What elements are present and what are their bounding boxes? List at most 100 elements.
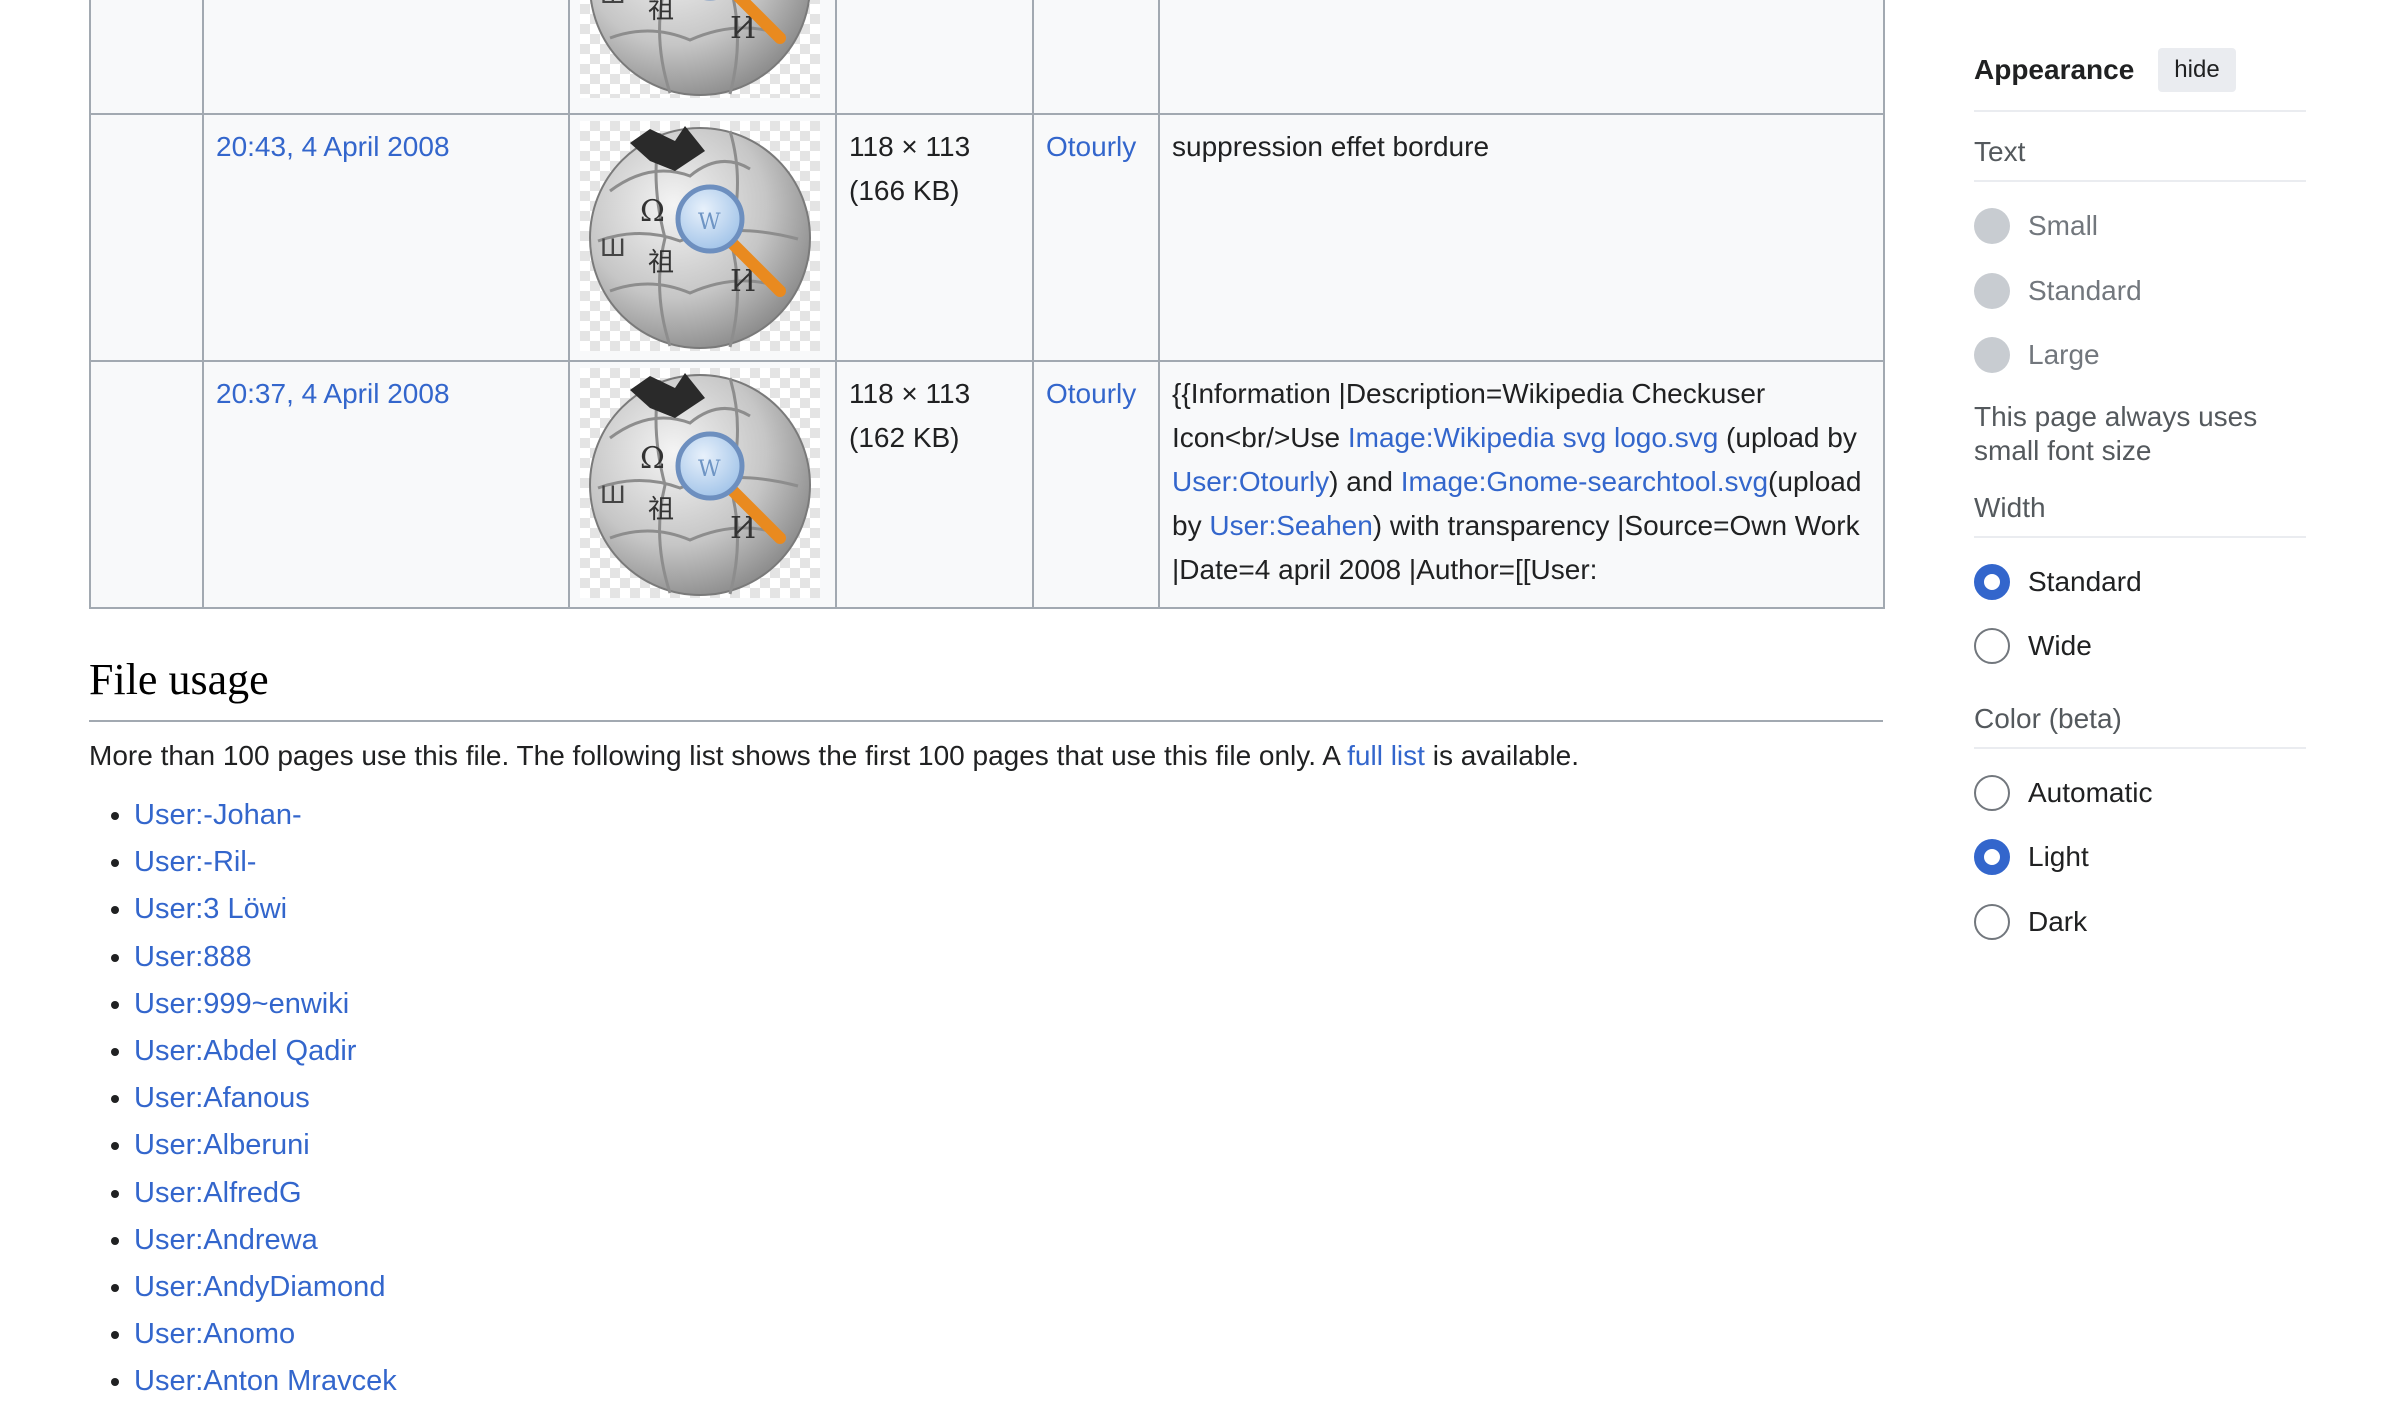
- wikipedia-globe-thumbnail[interactable]: [580, 121, 820, 351]
- text-size-label: Text: [1974, 136, 2306, 182]
- file-usage-page-link[interactable]: User:-Ril-: [134, 846, 256, 878]
- file-usage-page-link[interactable]: User:Anton Mravcek: [134, 1365, 397, 1397]
- hide-appearance-button[interactable]: hide: [2158, 48, 2236, 92]
- radio-button: [1974, 272, 2010, 309]
- width-options: Standard Wide: [1974, 550, 2306, 679]
- history-current-cell: [89, 113, 204, 362]
- radio-button[interactable]: [1974, 903, 2010, 940]
- wikipedia-globe-thumbnail[interactable]: [580, 368, 820, 598]
- history-row: [89, 0, 1885, 115]
- comment-link[interactable]: User:Seahen: [1209, 510, 1372, 541]
- file-usage-item: User:Andrewa: [134, 1217, 397, 1264]
- history-datetime-cell: [202, 0, 570, 115]
- option-label: Light: [2028, 841, 2089, 873]
- comment-text: (upload by: [1718, 422, 1857, 453]
- file-usage-item: User:Anton Mravcek: [134, 1358, 397, 1405]
- comment-link[interactable]: User:Otourly: [1172, 466, 1329, 497]
- history-comment-cell: {{Information |Description=Wikipedia Che…: [1158, 360, 1885, 609]
- file-usage-page-link[interactable]: User:Andrewa: [134, 1224, 318, 1256]
- file-usage-page-link[interactable]: User:Alberuni: [134, 1129, 310, 1161]
- file-usage-page-link[interactable]: User:AndyDiamond: [134, 1271, 385, 1303]
- history-dimensions-cell: 118 × 113 (162 KB): [835, 360, 1034, 609]
- file-usage-page-link[interactable]: User:3 Löwi: [134, 893, 287, 925]
- file-usage-item: User:Afanous: [134, 1075, 397, 1122]
- file-usage-item: User:AlfredG: [134, 1170, 397, 1217]
- text-size-options: Small Standard Large: [1974, 194, 2306, 388]
- history-user-cell: Otourly: [1032, 360, 1160, 609]
- file-usage-item: User:999~enwiki: [134, 981, 397, 1028]
- width-label: Width: [1974, 492, 2306, 538]
- history-row: 20:37, 4 April 2008 118 × 113 (162 KB) O…: [89, 360, 1885, 609]
- image-dimensions: 118 × 113: [849, 131, 971, 162]
- file-usage-page-link[interactable]: User:Abdel Qadir: [134, 1035, 356, 1067]
- option-label: Wide: [2028, 630, 2092, 662]
- appearance-panel: Appearance hide Text Small Standard Larg…: [1974, 48, 2306, 954]
- history-comment-cell: [1158, 0, 1885, 115]
- file-usage-item: User:3 Löwi: [134, 886, 397, 933]
- file-usage-page-link[interactable]: User:Afanous: [134, 1082, 310, 1114]
- history-thumbnail-cell: [568, 113, 837, 362]
- width-option-wide[interactable]: Wide: [1974, 614, 2306, 679]
- file-usage-item: User:888: [134, 934, 397, 981]
- color-option-dark[interactable]: Dark: [1974, 890, 2306, 955]
- text-size-option-large: Large: [1974, 323, 2306, 388]
- color-option-light[interactable]: Light: [1974, 825, 2306, 890]
- history-user-cell: Otourly: [1032, 113, 1160, 362]
- file-usage-page-link[interactable]: User:888: [134, 941, 252, 973]
- history-user-cell: [1032, 0, 1160, 115]
- file-usage-page-link[interactable]: User:AlfredG: [134, 1177, 302, 1209]
- file-usage-intro-tail: is available.: [1424, 740, 1580, 771]
- appearance-title: Appearance: [1974, 54, 2135, 85]
- file-usage-page-link[interactable]: User:999~enwiki: [134, 988, 349, 1020]
- radio-button[interactable]: [1974, 839, 2010, 876]
- option-label: Large: [2028, 339, 2100, 371]
- wikipedia-globe-thumbnail[interactable]: [580, 0, 820, 98]
- radio-button[interactable]: [1974, 774, 2010, 811]
- file-usage-page-link[interactable]: User:-Johan-: [134, 799, 302, 831]
- file-usage-item: User:Alberuni: [134, 1122, 397, 1169]
- history-row: 20:43, 4 April 2008 118 × 113 (166 KB) O…: [89, 113, 1885, 362]
- file-usage-intro: More than 100 pages use this file. The f…: [89, 734, 1579, 778]
- width-option-standard[interactable]: Standard: [1974, 550, 2306, 615]
- color-option-automatic[interactable]: Automatic: [1974, 761, 2306, 826]
- appearance-header: Appearance hide: [1974, 48, 2306, 112]
- history-dimensions-cell: 118 × 113 (166 KB): [835, 113, 1034, 362]
- history-datetime-link[interactable]: 20:37, 4 April 2008: [216, 378, 450, 409]
- history-current-cell: [89, 360, 204, 609]
- file-usage-item: User:-Ril-: [134, 839, 397, 886]
- file-usage-item: User:Abdel Qadir: [134, 1028, 397, 1075]
- file-usage-item: User:-Johan-: [134, 792, 397, 839]
- uploader-user-link[interactable]: Otourly: [1046, 131, 1136, 162]
- image-dimensions: 118 × 113: [849, 378, 971, 409]
- history-datetime-link[interactable]: 20:43, 4 April 2008: [216, 131, 450, 162]
- history-comment-cell: suppression effet bordure: [1158, 113, 1885, 362]
- option-label: Dark: [2028, 905, 2088, 937]
- option-label: Small: [2028, 210, 2099, 242]
- file-history-table: 20:43, 4 April 2008 118 × 113 (166 KB) O…: [89, 0, 1885, 609]
- comment-text: suppression effet bordure: [1172, 131, 1490, 162]
- radio-button[interactable]: [1974, 628, 2010, 665]
- full-list-link[interactable]: full list: [1347, 740, 1425, 771]
- option-label: Automatic: [2028, 776, 2153, 808]
- file-usage-heading: File usage: [89, 650, 1883, 722]
- history-thumbnail-cell: [568, 360, 837, 609]
- file-usage-page-link[interactable]: User:Anomo: [134, 1318, 295, 1350]
- history-dimensions-cell: [835, 0, 1034, 115]
- file-size: (166 KB): [849, 175, 960, 206]
- history-datetime-cell: 20:43, 4 April 2008: [202, 113, 570, 362]
- comment-text: ) and: [1329, 466, 1401, 497]
- text-size-note: This page always uses small font size: [1974, 400, 2258, 466]
- comment-link[interactable]: Image:Gnome-searchtool.svg: [1401, 466, 1768, 497]
- file-usage-item: User:Anomo: [134, 1311, 397, 1358]
- file-size: (162 KB): [849, 422, 960, 453]
- file-usage-item: User:AndyDiamond: [134, 1264, 397, 1311]
- radio-button: [1974, 337, 2010, 374]
- radio-button: [1974, 208, 2010, 245]
- text-size-option-standard: Standard: [1974, 259, 2306, 324]
- radio-button[interactable]: [1974, 563, 2010, 600]
- comment-link[interactable]: Image:Wikipedia svg logo.svg: [1348, 422, 1718, 453]
- history-datetime-cell: 20:37, 4 April 2008: [202, 360, 570, 609]
- uploader-user-link[interactable]: Otourly: [1046, 378, 1136, 409]
- upload-comment: {{Information |Description=Wikipedia Che…: [1172, 378, 1861, 585]
- file-usage-list: User:-Johan- User:-Ril- User:3 Löwi User:88…: [89, 792, 397, 1406]
